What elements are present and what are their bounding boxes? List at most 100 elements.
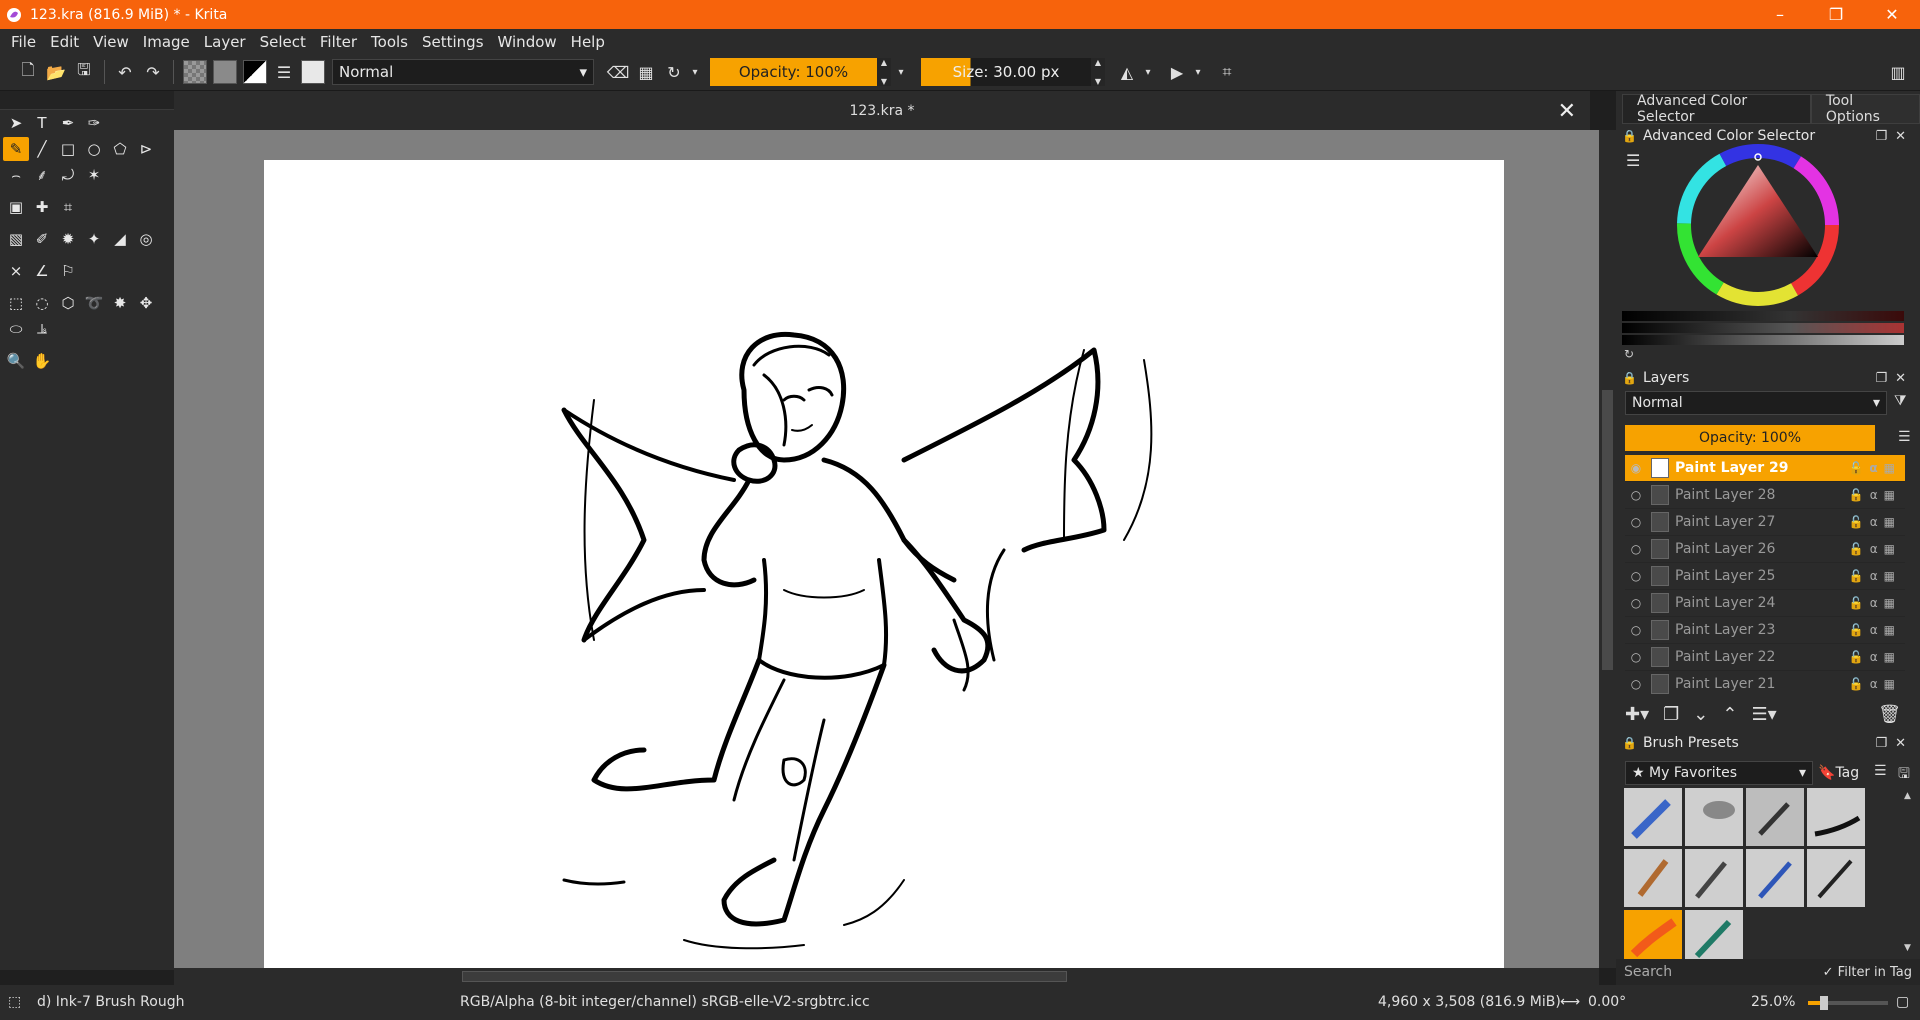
multibrush-icon[interactable]: ✶ xyxy=(81,163,107,187)
menu-icon[interactable]: ☰ xyxy=(1898,429,1911,445)
selection-icon[interactable]: ⬚ xyxy=(8,994,21,1010)
open-folder-icon[interactable]: 📂 xyxy=(42,58,70,86)
pan-tool-icon[interactable]: ✋ xyxy=(29,349,55,373)
layer-flags-icon[interactable]: 🔓α▦ xyxy=(1849,650,1901,664)
move-layer-up-icon[interactable]: ⌃ xyxy=(1722,704,1737,725)
scroll-thumb[interactable] xyxy=(1602,390,1613,670)
tab-advanced-color-selector[interactable]: Advanced Color Selector xyxy=(1622,93,1811,125)
menu-tools[interactable]: Tools xyxy=(364,33,415,51)
minimize-icon[interactable]: – xyxy=(1752,0,1808,29)
menu-select[interactable]: Select xyxy=(253,33,313,51)
fit-screen-icon[interactable]: ▢ xyxy=(1896,994,1909,1010)
move-tool-icon[interactable]: ✚ xyxy=(29,195,55,219)
layer-row[interactable]: ○ Paint Layer 24 🔓α▦ xyxy=(1625,590,1905,617)
menu-window[interactable]: Window xyxy=(491,33,564,51)
opacity-spinner[interactable]: ▲ ▼ xyxy=(877,58,891,86)
scroll-up-icon[interactable]: ▲ xyxy=(1904,791,1911,801)
size-spinner[interactable]: ▲ ▼ xyxy=(1091,58,1105,86)
layer-flags-icon[interactable]: 🔓α▦ xyxy=(1849,596,1901,610)
lock-icon[interactable]: 🔒 xyxy=(1622,371,1637,385)
panel-buttons[interactable]: ❐✕ xyxy=(1875,736,1914,751)
color-picker-icon[interactable]: ✐ xyxy=(29,227,55,251)
visibility-eye-icon[interactable]: ○ xyxy=(1625,596,1647,610)
preset-tile[interactable] xyxy=(1807,849,1865,907)
filter-in-tag-checkbox[interactable]: ✓ Filter in Tag xyxy=(1823,965,1912,980)
layer-row[interactable]: ○ Paint Layer 28 🔓α▦ xyxy=(1625,482,1905,509)
color-history-row[interactable] xyxy=(1622,311,1904,321)
polygon-select-icon[interactable]: ⬡ xyxy=(55,291,81,315)
menu-layer[interactable]: Layer xyxy=(197,33,253,51)
preset-tile[interactable] xyxy=(1685,849,1743,907)
visibility-eye-icon[interactable]: ○ xyxy=(1625,488,1647,502)
gradient-swatch[interactable] xyxy=(183,60,207,84)
close-icon[interactable]: ✕ xyxy=(1864,0,1920,29)
fg-bg-color-icon[interactable] xyxy=(243,60,267,84)
magnetic-select-icon[interactable]: ⫡ xyxy=(29,317,55,341)
lock-icon[interactable]: 🔒 xyxy=(1622,736,1637,750)
color-history-row[interactable] xyxy=(1622,323,1904,333)
preset-tile[interactable] xyxy=(1746,788,1804,846)
preset-search-input[interactable]: Search xyxy=(1624,964,1672,980)
layers-blend-select[interactable]: Normal ▾ xyxy=(1625,391,1887,415)
zoom-slider[interactable] xyxy=(1808,996,1888,1010)
visibility-eye-icon[interactable]: ○ xyxy=(1625,515,1647,529)
mirror-vertical-icon[interactable]: ▶ xyxy=(1163,58,1191,86)
layer-row[interactable]: ○ Paint Layer 27 🔓α▦ xyxy=(1625,509,1905,536)
duplicate-layer-icon[interactable]: ❐ xyxy=(1663,704,1679,725)
view-mode-icon[interactable]: ☰ xyxy=(1874,763,1887,779)
visibility-eye-icon[interactable]: ○ xyxy=(1625,650,1647,664)
color-wheel[interactable] xyxy=(1676,143,1840,307)
assistant-tool-icon[interactable]: ⨯ xyxy=(3,259,29,283)
layer-row[interactable]: ○ Paint Layer 21 🔓α▦ xyxy=(1625,671,1905,695)
layer-row[interactable]: ○ Paint Layer 23 🔓α▦ xyxy=(1625,617,1905,644)
color-history-row[interactable] xyxy=(1622,335,1904,345)
zoom-tool-icon[interactable]: 🔍 xyxy=(3,349,29,373)
enclose-fill-icon[interactable]: ◎ xyxy=(133,227,159,251)
visibility-eye-icon[interactable]: ◉ xyxy=(1625,461,1647,475)
size-slider[interactable]: Size: 30.00 px xyxy=(921,58,1091,86)
layer-flags-icon[interactable]: 🔓α▦ xyxy=(1849,488,1901,502)
layer-row[interactable]: ◉ Paint Layer 29 🔓α▦ xyxy=(1625,455,1905,482)
edit-shapes-icon[interactable]: ✒ xyxy=(55,111,81,135)
reload-preset-icon[interactable]: ↻ xyxy=(660,58,688,86)
layer-row[interactable]: ○ Paint Layer 22 🔓α▦ xyxy=(1625,644,1905,671)
layer-flags-icon[interactable]: 🔓α▦ xyxy=(1849,677,1901,691)
chevron-down-icon[interactable]: ▾ xyxy=(891,58,911,86)
save-icon[interactable]: 🖫 xyxy=(70,58,98,86)
add-layer-icon[interactable]: ✚▾ xyxy=(1625,704,1649,725)
bezier-select-icon[interactable]: ⬭ xyxy=(3,317,29,341)
menu-view[interactable]: View xyxy=(86,33,136,51)
preset-tile[interactable] xyxy=(1624,788,1682,846)
scroll-thumb[interactable] xyxy=(462,971,1067,982)
panel-buttons[interactable]: ❐✕ xyxy=(1875,129,1914,144)
layer-row[interactable]: ○ Paint Layer 25 🔓α▦ xyxy=(1625,563,1905,590)
freehand-select-icon[interactable]: ➰ xyxy=(81,291,107,315)
rectangle-tool-icon[interactable]: □ xyxy=(55,137,81,161)
layer-row[interactable]: ○ Paint Layer 26 🔓α▦ xyxy=(1625,536,1905,563)
ellipse-select-icon[interactable]: ◌ xyxy=(29,291,55,315)
scroll-down-icon[interactable]: ▼ xyxy=(1904,943,1911,953)
menu-help[interactable]: Help xyxy=(564,33,612,51)
panel-buttons[interactable]: ❐✕ xyxy=(1875,371,1914,386)
crop-tool-icon[interactable]: ⌗ xyxy=(55,195,81,219)
preset-tile[interactable] xyxy=(1807,788,1865,846)
horizontal-scrollbar[interactable] xyxy=(174,968,1599,985)
preset-tile[interactable] xyxy=(1624,849,1682,907)
dynamic-brush-icon[interactable]: ⤾ xyxy=(55,163,81,187)
visibility-eye-icon[interactable]: ○ xyxy=(1625,677,1647,691)
layer-flags-icon[interactable]: 🔓α▦ xyxy=(1849,542,1901,556)
preset-tag-select[interactable]: ★ My Favorites ▾ xyxy=(1625,761,1813,785)
alpha-lock-icon[interactable]: ▦ xyxy=(632,58,660,86)
mirror-horizontal-icon[interactable]: ◭ xyxy=(1113,58,1141,86)
dock-toggle-icon[interactable]: ▥ xyxy=(1884,58,1912,86)
text-tool-icon[interactable]: T xyxy=(29,111,55,135)
brush-settings-icon[interactable]: ☰ xyxy=(270,58,298,86)
blend-mode-select[interactable]: Normal ▾ xyxy=(332,59,594,85)
layer-flags-icon[interactable]: 🔓α▦ xyxy=(1848,461,1901,475)
visibility-eye-icon[interactable]: ○ xyxy=(1625,623,1647,637)
smart-patch-icon[interactable]: ✦ xyxy=(81,227,107,251)
visibility-eye-icon[interactable]: ○ xyxy=(1625,569,1647,583)
eraser-icon[interactable]: ⌫ xyxy=(604,58,632,86)
color-settings-icon[interactable]: ☰ xyxy=(1626,151,1640,170)
tab-tool-options[interactable]: Tool Options xyxy=(1810,93,1920,125)
